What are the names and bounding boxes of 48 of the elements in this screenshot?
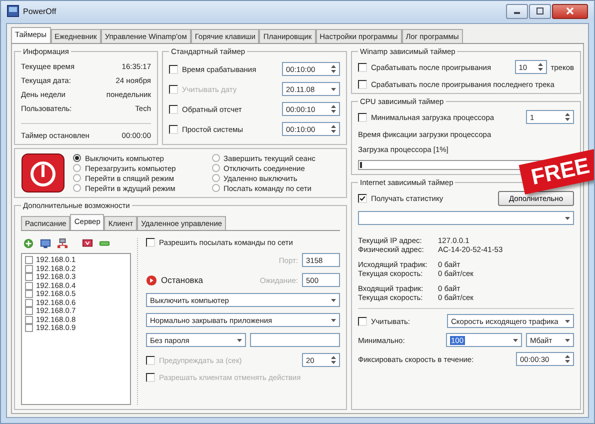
radio-button[interactable] <box>212 184 220 192</box>
checkbox[interactable] <box>25 256 33 264</box>
password-field[interactable] <box>250 333 340 347</box>
checkbox[interactable] <box>169 104 178 114</box>
checkbox[interactable] <box>169 64 178 74</box>
checkbox[interactable] <box>25 324 33 332</box>
minus-icon[interactable] <box>99 238 110 249</box>
checkbox[interactable] <box>25 307 33 316</box>
window-title: PowerOff <box>23 6 56 16</box>
spinner-arrows-icon[interactable] <box>536 61 545 73</box>
checkbox[interactable] <box>358 62 367 72</box>
spinner-arrows-icon[interactable] <box>329 354 338 366</box>
maximize-button[interactable] <box>529 4 551 18</box>
close-button[interactable] <box>552 4 588 18</box>
radio-button[interactable] <box>212 154 220 162</box>
checkbox[interactable] <box>146 238 155 247</box>
radio-button[interactable] <box>212 164 220 172</box>
radio-button[interactable] <box>73 174 81 182</box>
checkbox[interactable] <box>169 124 178 134</box>
checkbox[interactable] <box>25 273 33 282</box>
checkbox[interactable] <box>25 282 33 290</box>
checkbox[interactable] <box>25 264 33 273</box>
checkbox[interactable] <box>358 194 367 203</box>
checkbox[interactable] <box>358 316 367 326</box>
radio-button[interactable] <box>73 164 81 172</box>
checkbox[interactable] <box>25 316 33 324</box>
power-icon <box>21 153 65 193</box>
radio-button[interactable] <box>73 184 81 192</box>
spinner-arrows-icon[interactable] <box>329 103 338 115</box>
spinner-arrows-icon[interactable] <box>329 123 338 135</box>
server-status: Остановка <box>161 275 203 285</box>
checkbox[interactable] <box>25 290 33 298</box>
radio-button[interactable] <box>73 154 81 162</box>
checkbox[interactable] <box>358 112 367 122</box>
radio-button[interactable] <box>212 174 220 182</box>
monitor-icon[interactable] <box>40 238 51 249</box>
spinner-arrows-icon[interactable] <box>329 63 338 75</box>
spinner-arrows-icon[interactable] <box>563 353 572 365</box>
checkbox[interactable] <box>358 80 367 89</box>
add-icon[interactable] <box>23 238 34 249</box>
spinner-arrows-icon[interactable] <box>563 111 572 123</box>
app-icon <box>7 5 19 17</box>
maximize-icon[interactable] <box>535 7 545 15</box>
close-icon[interactable] <box>565 7 575 15</box>
network-icon[interactable] <box>57 238 68 249</box>
checkbox[interactable] <box>25 298 33 307</box>
minimize-button[interactable] <box>506 4 528 18</box>
monitor-icon[interactable] <box>82 238 93 249</box>
